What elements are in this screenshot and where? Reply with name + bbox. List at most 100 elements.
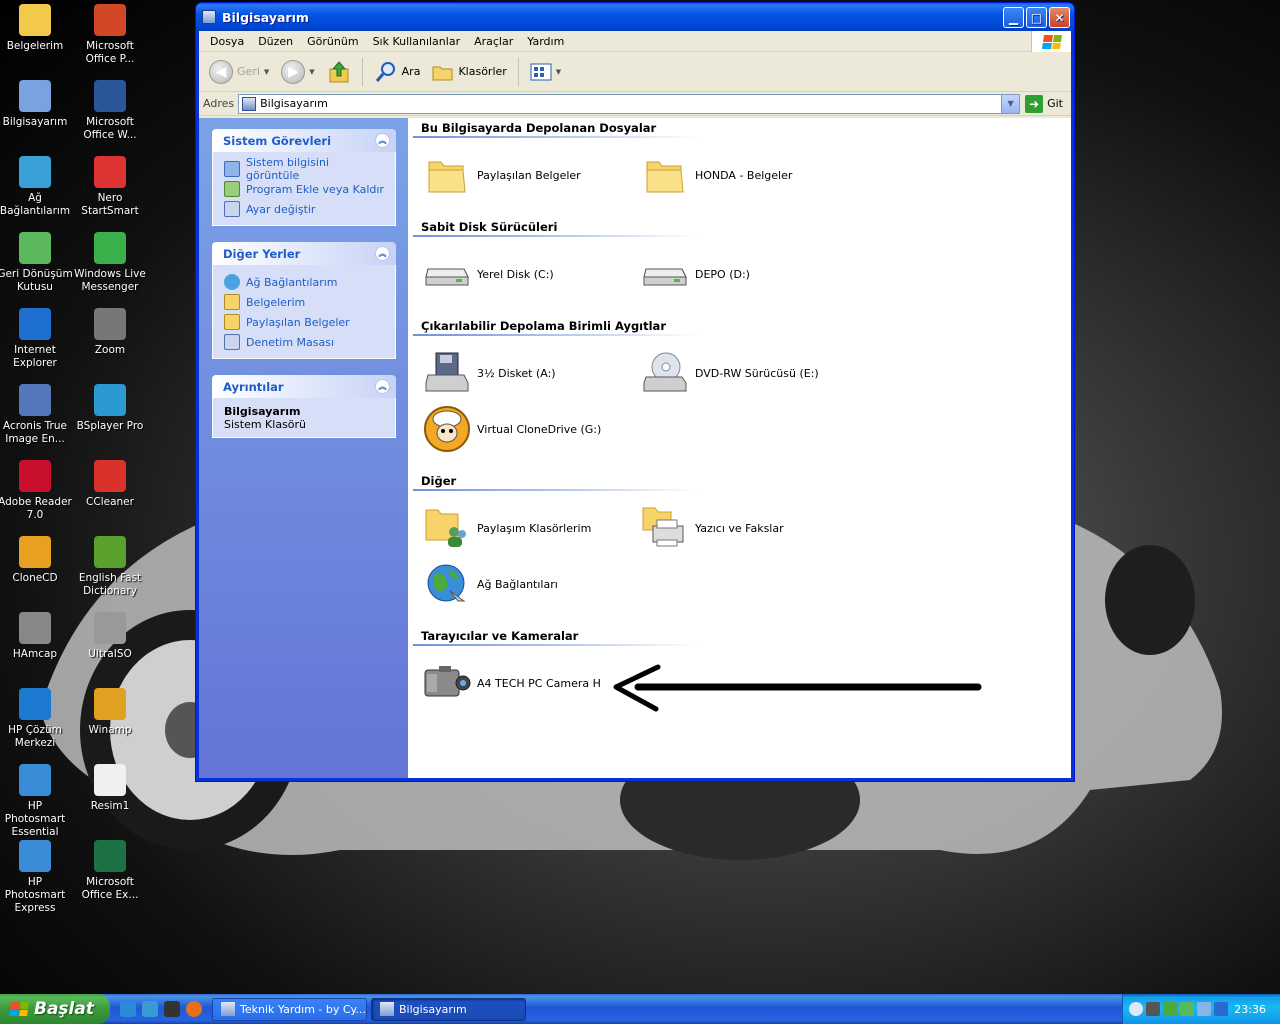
windows-logo-icon — [1031, 31, 1071, 52]
desktop-icon-label: Ağ Bağlantılarım — [0, 192, 71, 217]
menu-tools[interactable]: Araçlar — [467, 35, 520, 48]
desktop-icon[interactable]: Adobe Reader 7.0 — [0, 460, 73, 522]
desktop-icon[interactable]: Microsoft Office W... — [72, 80, 148, 142]
system-tasks-header[interactable]: Sistem Görevleri ︽ — [212, 129, 396, 152]
folders-button[interactable]: Klasörler — [428, 57, 510, 87]
item-label: Paylaşım Klasörlerim — [477, 521, 592, 535]
views-button[interactable]: ▼ — [526, 57, 565, 87]
go-button[interactable]: ➜ Git — [1020, 94, 1071, 113]
desktop-icon[interactable]: BSplayer Pro — [72, 384, 148, 433]
details-header[interactable]: Ayrıntılar ︽ — [212, 375, 396, 398]
address-value: Bilgisayarım — [260, 97, 328, 110]
tray-messenger-icon[interactable] — [1163, 1002, 1177, 1016]
folder-icon — [224, 314, 240, 330]
up-folder-button[interactable] — [323, 57, 355, 87]
desktop-icon[interactable]: CCleaner — [72, 460, 148, 509]
desktop-icon[interactable]: Internet Explorer — [0, 308, 73, 370]
menu-favorites[interactable]: Sık Kullanılanlar — [366, 35, 468, 48]
menu-file[interactable]: Dosya — [203, 35, 251, 48]
desktop-icon[interactable]: UltraISO — [72, 612, 148, 661]
details-type: Sistem Klasörü — [224, 418, 307, 431]
app-icon — [19, 384, 51, 416]
menu-edit[interactable]: Düzen — [251, 35, 300, 48]
desktop-icon-label: BSplayer Pro — [76, 420, 144, 432]
desktop-icon[interactable]: HP Photosmart Essential — [0, 764, 73, 839]
chevron-down-icon[interactable]: ▼ — [1001, 94, 1020, 113]
desktop-icon[interactable]: Microsoft Office P... — [72, 4, 148, 66]
desktop-icon-label: CCleaner — [86, 496, 134, 508]
address-field[interactable]: Bilgisayarım ▼ — [238, 93, 1021, 114]
desktop-icon[interactable]: Winamp — [72, 688, 148, 737]
collapse-icon[interactable]: ︽ — [375, 133, 390, 148]
task-add-remove-programs[interactable]: Program Ekle veya Kaldır — [224, 179, 385, 199]
desktop-icon[interactable]: Microsoft Office Ex... — [72, 840, 148, 902]
start-button[interactable]: Başlat — [0, 994, 110, 1024]
title-bar[interactable]: Bilgisayarım ▁ □ ✕ — [196, 3, 1074, 31]
desktop-icon-label: Belgelerim — [6, 40, 64, 52]
app-icon — [94, 232, 126, 264]
search-button[interactable]: Ara — [370, 57, 425, 87]
item-my-sharing-folders[interactable]: Paylaşım Klasörlerim — [423, 504, 591, 552]
tray-expand-icon[interactable] — [1129, 1002, 1143, 1016]
forward-button[interactable]: ▶ ▼ — [277, 57, 318, 87]
menu-help[interactable]: Yardım — [520, 35, 571, 48]
tray-network2-icon[interactable] — [1197, 1002, 1211, 1016]
item-floppy-a[interactable]: 3½ Disket (A:) — [423, 349, 556, 397]
desktop-icon[interactable]: English Fast Dictionary — [72, 536, 148, 598]
tray-network-icon[interactable] — [1180, 1002, 1194, 1016]
item-label: DVD-RW Sürücüsü (E:) — [695, 366, 819, 380]
toolbar-separator — [361, 57, 363, 86]
maximize-button[interactable]: □ — [1026, 7, 1047, 28]
minimize-button[interactable]: ▁ — [1003, 7, 1024, 28]
desktop-icon[interactable]: Geri Dönüşüm Kutusu — [0, 232, 73, 294]
close-button[interactable]: ✕ — [1049, 7, 1070, 28]
other-places-panel: Diğer Yerler ︽ Ağ Bağlantılarım Belgeler… — [212, 242, 396, 359]
desktop-icon[interactable]: Ağ Bağlantılarım — [0, 156, 73, 218]
task-button-bilgisayarim[interactable]: Bilgisayarım — [371, 997, 526, 1021]
item-printers-faxes[interactable]: Yazıcı ve Fakslar — [641, 504, 784, 552]
desktop-icon[interactable]: Belgelerim — [0, 4, 73, 53]
desktop-icon[interactable]: CloneCD — [0, 536, 73, 585]
desktop-icon[interactable]: Zoom — [72, 308, 148, 357]
item-honda-documents[interactable]: HONDA - Belgeler — [641, 151, 792, 199]
desktop-icon[interactable]: HAmcap — [0, 612, 73, 661]
desktop-icon[interactable]: HP Photosmart Express — [0, 840, 73, 915]
task-button-teknik-yardim[interactable]: Teknik Yardım - by Cy... — [212, 997, 367, 1021]
place-control-panel[interactable]: Denetim Masası — [224, 332, 385, 352]
back-button[interactable]: ◀ Geri ▼ — [205, 57, 273, 87]
desktop-icon[interactable]: Bilgisayarım — [0, 80, 73, 129]
desktop-icon-label: Microsoft Office P... — [85, 40, 135, 65]
desktop-icon[interactable]: Resim1 — [72, 764, 148, 813]
task-view-system-info[interactable]: Sistem bilgisini görüntüle — [224, 156, 385, 182]
place-my-documents[interactable]: Belgelerim — [224, 292, 385, 312]
desktop-icon[interactable]: HP Çözüm Merkezi — [0, 688, 73, 750]
tray-app-icon[interactable] — [1214, 1002, 1228, 1016]
collapse-icon[interactable]: ︽ — [375, 246, 390, 261]
other-places-header[interactable]: Diğer Yerler ︽ — [212, 242, 396, 265]
item-network-connections[interactable]: Ağ Bağlantıları — [423, 560, 558, 608]
item-local-disk-c[interactable]: Yerel Disk (C:) — [423, 250, 554, 298]
outlook-express-icon[interactable] — [142, 1001, 158, 1017]
item-a4tech-camera[interactable]: A4 TECH PC Camera H — [423, 659, 601, 707]
place-shared-documents[interactable]: Paylaşılan Belgeler — [224, 312, 385, 332]
desktop-icon[interactable]: Acronis True Image En... — [0, 384, 73, 446]
item-depo-d[interactable]: DEPO (D:) — [641, 250, 750, 298]
desktop-icon[interactable]: Windows Live Messenger — [72, 232, 148, 294]
item-shared-documents[interactable]: Paylaşılan Belgeler — [423, 151, 581, 199]
item-dvd-rw-e[interactable]: DVD-RW Sürücüsü (E:) — [641, 349, 819, 397]
collapse-icon[interactable]: ︽ — [375, 379, 390, 394]
item-virtual-clonedrive-g[interactable]: Virtual CloneDrive (G:) — [423, 405, 601, 453]
dvd-drive-icon — [641, 349, 689, 397]
app-icon — [19, 688, 51, 720]
menu-view[interactable]: Görünüm — [300, 35, 365, 48]
desktop-icon[interactable]: Nero StartSmart — [72, 156, 148, 218]
item-label: Yerel Disk (C:) — [477, 267, 554, 281]
system-info-icon — [224, 161, 240, 177]
firefox-icon[interactable] — [186, 1001, 202, 1017]
task-change-setting[interactable]: Ayar değiştir — [224, 199, 385, 219]
place-network-connections[interactable]: Ağ Bağlantılarım — [224, 272, 385, 292]
tray-users-icon[interactable] — [1146, 1002, 1160, 1016]
text-icon[interactable] — [164, 1001, 180, 1017]
internet-explorer-icon[interactable] — [120, 1001, 136, 1017]
group-title: Bu Bilgisayarda Depolanan Dosyalar — [421, 121, 657, 135]
